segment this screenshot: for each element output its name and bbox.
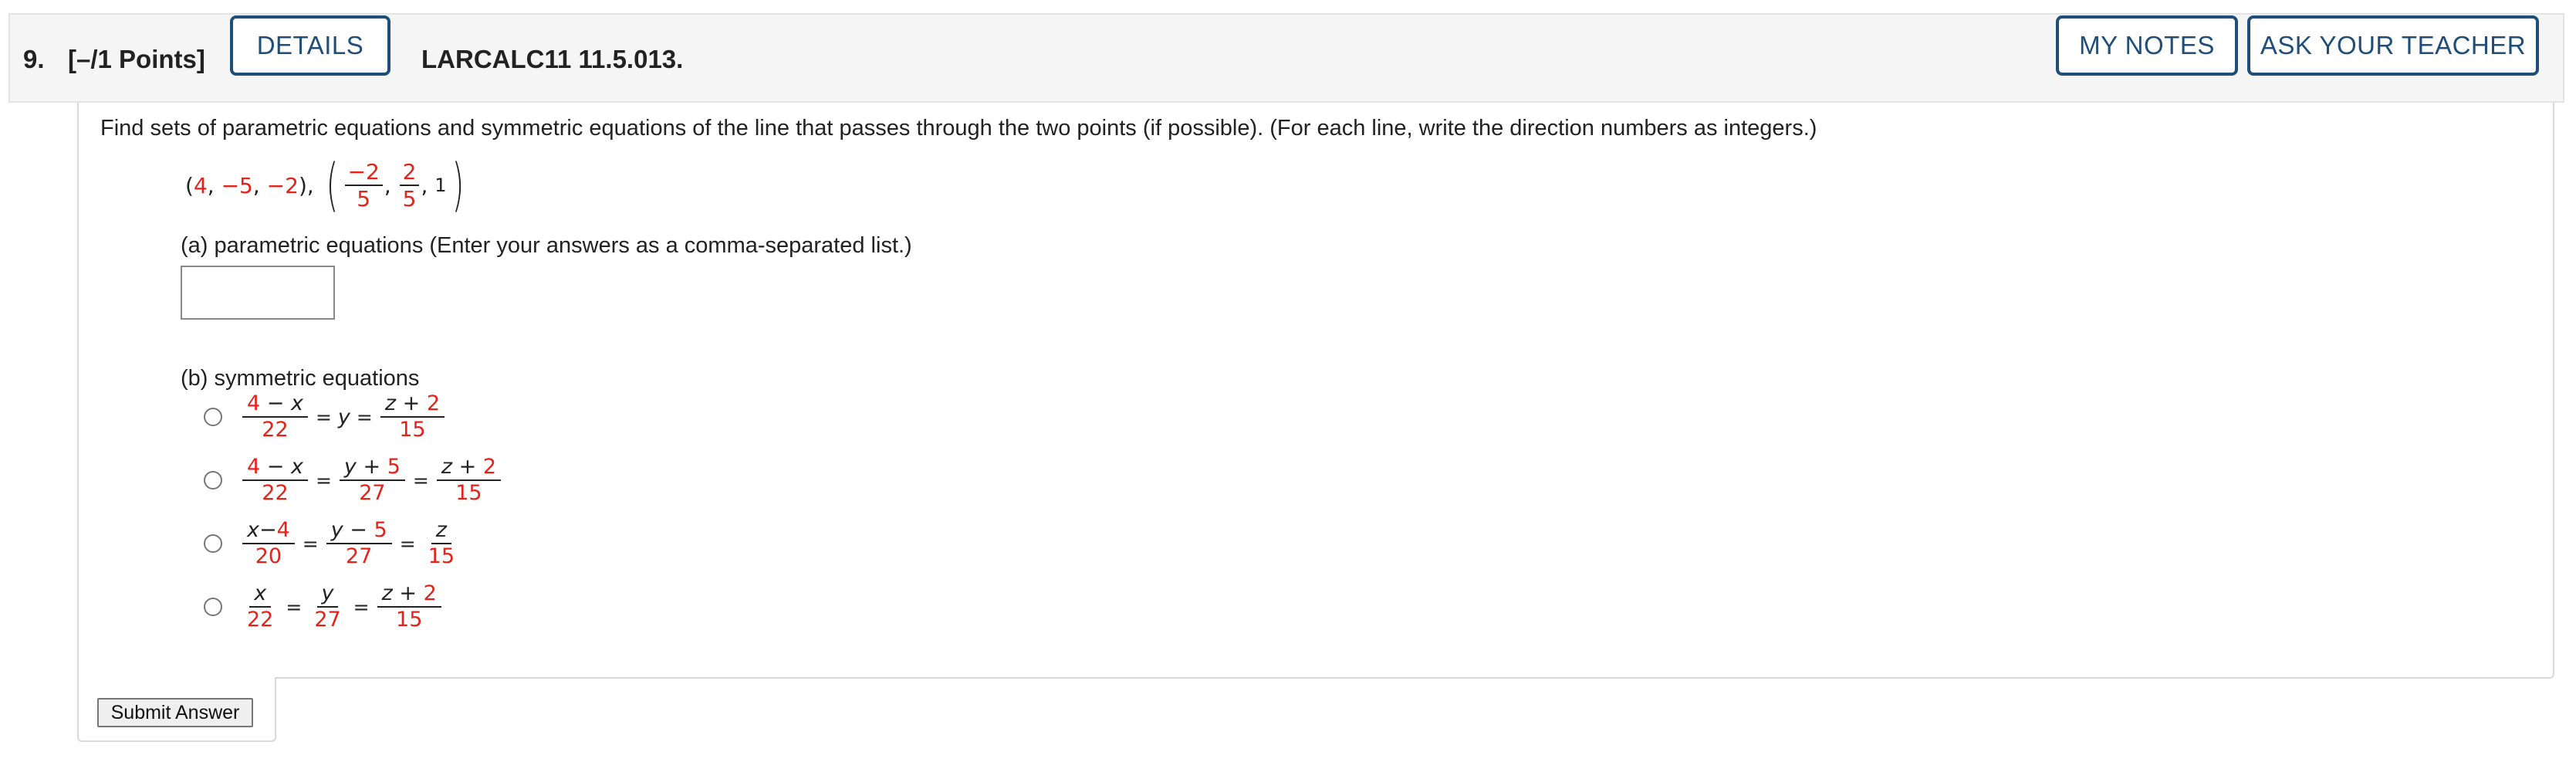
fraction-numerator: y xyxy=(316,582,339,608)
point1-z: −2 xyxy=(266,172,299,198)
fraction-denominator: 27 xyxy=(359,481,386,505)
submit-answer-button[interactable]: Submit Answer xyxy=(97,698,253,727)
fraction-denominator: 27 xyxy=(314,608,341,632)
fraction-numerator: z + 2 xyxy=(380,392,445,418)
point1-close: ), xyxy=(298,172,314,198)
right-paren: ) xyxy=(451,152,464,219)
point1-x: 4 xyxy=(193,172,208,198)
fraction-numerator: 4 − x xyxy=(242,392,308,418)
equals-sign: = xyxy=(399,532,416,555)
symmetric-option-3[interactable]: x−4 20 = y − 5 27 = z 15 xyxy=(204,517,461,571)
fraction-denominator: 22 xyxy=(262,418,289,442)
comma: , xyxy=(252,172,260,198)
point2-x-fraction: −2 5 xyxy=(344,160,383,212)
fraction-numerator: x−4 xyxy=(242,519,295,544)
option-2-fraction-x: 4 − x 22 xyxy=(242,456,308,505)
symmetric-option-1[interactable]: 4 − x 22 = y = z + 2 15 xyxy=(204,390,446,444)
question-prompt: Find sets of parametric equations and sy… xyxy=(100,116,1817,141)
symmetric-option-4[interactable]: x 22 = y 27 = z + 2 15 xyxy=(204,580,443,634)
fraction-denominator: 22 xyxy=(262,481,289,505)
option-2-radio[interactable] xyxy=(204,471,222,490)
fraction-numerator: 4 − x xyxy=(242,456,308,481)
option-4-fraction-x: x 22 xyxy=(242,582,278,632)
equals-sign: = xyxy=(315,469,332,492)
fraction-denominator: 15 xyxy=(399,418,426,442)
equals-sign: = xyxy=(412,469,429,492)
option-3-fraction-z: z 15 xyxy=(424,519,459,568)
fraction-denominator: 27 xyxy=(346,544,373,568)
option-3-radio[interactable] xyxy=(204,534,222,553)
option-1-fraction-z: z + 2 15 xyxy=(380,392,445,442)
option-1-radio[interactable] xyxy=(204,408,222,426)
option-2-fraction-z: z + 2 15 xyxy=(436,456,501,505)
point2-y-denominator: 5 xyxy=(402,186,417,212)
equals-sign: = xyxy=(315,405,332,429)
equals-sign: = xyxy=(286,595,303,618)
comma: , xyxy=(384,172,391,198)
parametric-answer-input[interactable] xyxy=(181,266,335,320)
point2-x-numerator: −2 xyxy=(344,160,383,186)
equals-sign: = xyxy=(356,405,373,429)
fraction-numerator: z + 2 xyxy=(436,456,501,481)
fraction-denominator: 15 xyxy=(455,481,482,505)
fraction-denominator: 22 xyxy=(247,608,274,632)
fraction-numerator: z + 2 xyxy=(377,582,441,608)
problem-reference: LARCALC11 11.5.013. xyxy=(421,45,684,73)
option-4-radio[interactable] xyxy=(204,598,222,616)
symmetric-option-2[interactable]: 4 − x 22 = y + 5 27 = z + 2 15 xyxy=(204,453,502,507)
fraction-numerator: y − 5 xyxy=(326,519,392,544)
option-3-fraction-y: y − 5 27 xyxy=(326,519,392,568)
fraction-denominator: 20 xyxy=(255,544,282,568)
point2-y-fraction: 2 5 xyxy=(399,160,420,212)
equals-sign: = xyxy=(353,595,370,618)
part-a-label: (a) parametric equations (Enter your ans… xyxy=(181,233,912,258)
option-2-fraction-y: y + 5 27 xyxy=(339,456,405,505)
option-1-y: y xyxy=(337,405,350,429)
ask-your-teacher-button[interactable]: ASK YOUR TEACHER xyxy=(2247,15,2539,76)
option-4-fraction-y: y 27 xyxy=(309,582,345,632)
points-label: [–/1 Points] xyxy=(68,45,205,73)
comma: , xyxy=(207,172,215,198)
details-button[interactable]: DETAILS xyxy=(230,15,390,76)
point2-x-denominator: 5 xyxy=(357,186,371,212)
option-4-fraction-z: z + 2 15 xyxy=(377,582,441,632)
equals-sign: = xyxy=(302,532,319,555)
point2-y-numerator: 2 xyxy=(399,160,420,186)
fraction-numerator: y + 5 xyxy=(339,456,405,481)
fraction-denominator: 15 xyxy=(396,608,423,632)
question-number: 9. xyxy=(23,45,45,73)
fraction-denominator: 15 xyxy=(428,544,455,568)
option-1-fraction-x: 4 − x 22 xyxy=(242,392,308,442)
point1-open: ( xyxy=(185,172,194,198)
point1-y: −5 xyxy=(221,172,253,198)
option-3-fraction-x: x−4 20 xyxy=(242,519,295,568)
comma: , xyxy=(421,172,428,198)
left-paren: ( xyxy=(326,152,339,219)
fraction-numerator: z xyxy=(431,519,451,544)
given-points: ( 4, −5, −2), ( −2 5 , 2 5 , 1 ) xyxy=(185,154,468,216)
point2-z: 1 xyxy=(434,174,447,196)
part-b-label: (b) symmetric equations xyxy=(181,366,420,391)
fraction-numerator: x xyxy=(249,582,272,608)
my-notes-button[interactable]: MY NOTES xyxy=(2056,15,2238,76)
